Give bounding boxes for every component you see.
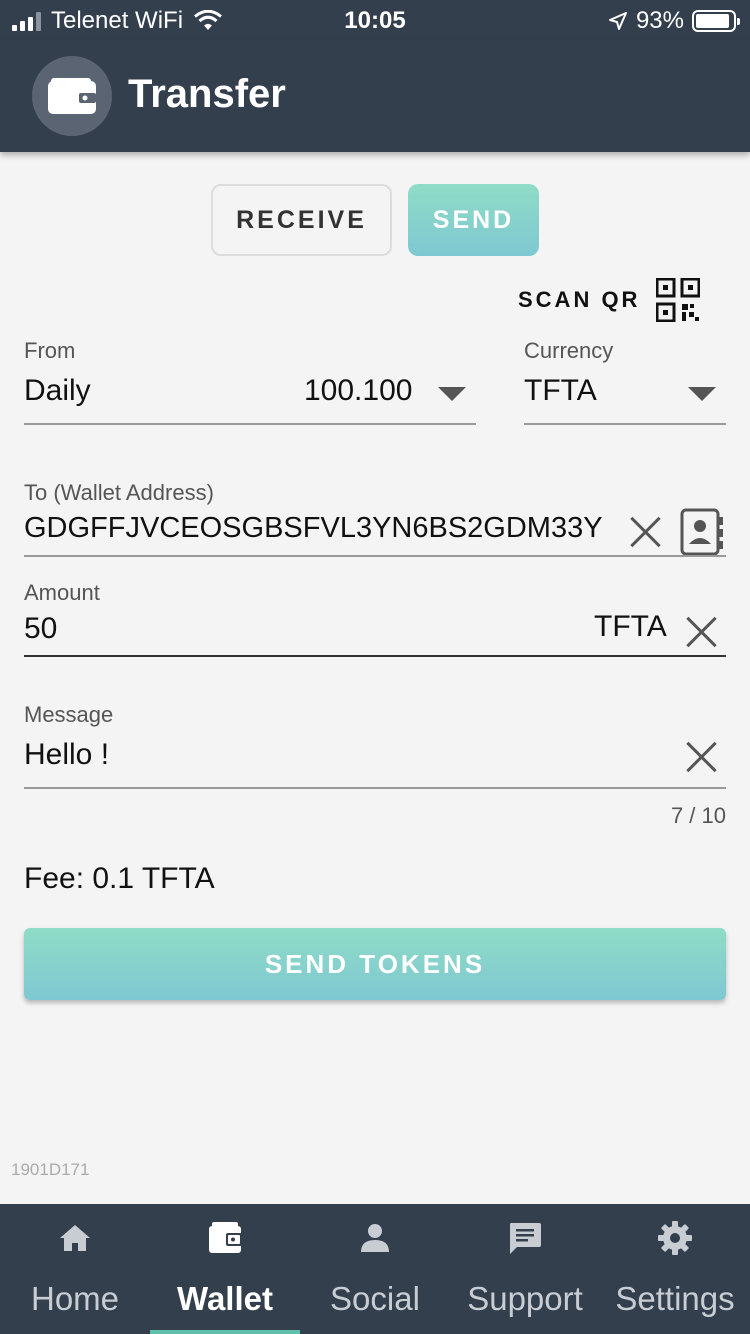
nav-label-social: Social — [330, 1280, 420, 1317]
battery-percent: 93% — [635, 7, 684, 34]
amount-input[interactable]: 50 — [24, 612, 57, 646]
nav-item-home[interactable]: Home — [0, 1204, 150, 1334]
currency-select-value[interactable]: TFTA — [524, 374, 597, 408]
wallet-icon — [209, 1222, 242, 1253]
nav-item-settings[interactable]: Settings — [600, 1204, 750, 1334]
from-select-value[interactable]: Daily — [24, 374, 91, 408]
to-label: To (Wallet Address) — [24, 480, 214, 505]
nav-item-support[interactable]: Support — [450, 1204, 600, 1334]
contacts-icon[interactable] — [680, 508, 724, 556]
gear-icon — [658, 1221, 692, 1255]
send-button[interactable]: SEND — [408, 184, 539, 256]
bottom-navigation: Home Wallet Social Support Settings — [0, 1204, 750, 1334]
message-underline — [24, 787, 726, 789]
battery-icon — [692, 10, 740, 32]
chevron-down-icon[interactable] — [688, 387, 716, 401]
person-icon — [361, 1224, 389, 1252]
wallet-icon — [32, 56, 112, 136]
battery-fill — [696, 14, 730, 28]
home-icon — [60, 1225, 90, 1251]
chat-icon — [510, 1223, 541, 1254]
currency-underline — [524, 423, 726, 425]
nav-label-home: Home — [30, 1280, 120, 1317]
nav-label-settings: Settings — [615, 1280, 735, 1317]
build-id: 1901D171 — [11, 1160, 90, 1179]
to-address-input[interactable]: GDGFFJVCEOSGBSFVL3YN6BS2GDM33Y — [24, 512, 603, 545]
app-header: Transfer — [0, 40, 750, 152]
amount-unit: TFTA — [594, 610, 667, 643]
scan-qr-button[interactable]: SCAN QR — [518, 278, 701, 322]
page-title: Transfer — [128, 72, 286, 116]
chevron-down-icon[interactable] — [438, 387, 466, 401]
amount-underline — [24, 655, 726, 657]
fee-text: Fee: 0.1 TFTA — [24, 862, 215, 895]
message-char-counter: 7 / 10 — [670, 803, 726, 828]
message-input[interactable]: Hello ! — [24, 738, 109, 772]
to-underline — [24, 555, 726, 557]
currency-label: Currency — [524, 338, 614, 363]
clear-address-icon[interactable] — [629, 515, 663, 549]
nav-label-wallet: Wallet — [177, 1280, 273, 1317]
status-bar: Telenet WiFi 10:05 93% — [0, 0, 750, 40]
clear-message-icon[interactable] — [685, 740, 719, 774]
from-underline — [24, 423, 476, 425]
nav-label-support: Support — [467, 1280, 583, 1317]
amount-label: Amount — [24, 580, 100, 605]
from-balance: 100.100 — [304, 374, 413, 407]
receive-button[interactable]: RECEIVE — [211, 184, 392, 256]
clear-amount-icon[interactable] — [685, 615, 719, 649]
nav-item-wallet[interactable]: Wallet — [150, 1204, 300, 1334]
location-arrow-icon — [608, 12, 627, 30]
scan-qr-label: SCAN QR — [518, 287, 641, 312]
send-tokens-button[interactable]: SEND TOKENS — [24, 928, 726, 1000]
nav-item-social[interactable]: Social — [300, 1204, 450, 1334]
from-label: From — [24, 338, 76, 363]
status-right: 93% — [608, 7, 740, 35]
message-label: Message — [24, 702, 114, 727]
qr-code-icon — [656, 278, 701, 322]
